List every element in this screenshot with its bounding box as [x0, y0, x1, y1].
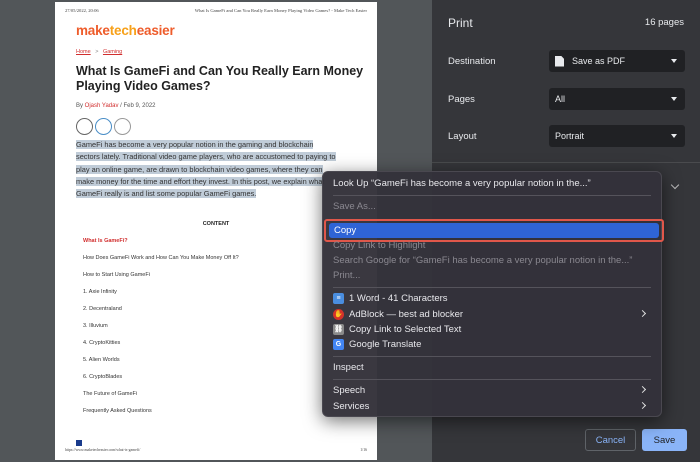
share-circle-1[interactable]	[76, 118, 93, 135]
menu-separator	[333, 356, 651, 357]
share-buttons	[76, 118, 131, 135]
print-page-title: What Is GameFi and Can You Really Earn M…	[194, 8, 367, 13]
selected-intro-text[interactable]: GameFi has become a very popular notion …	[76, 139, 361, 200]
toc-item[interactable]: 3. Illuvium	[83, 322, 239, 339]
document-icon	[555, 55, 564, 67]
author-link[interactable]: Ojash Yadav	[85, 103, 119, 109]
submenu-arrow-icon	[638, 309, 647, 318]
word-count-icon: ≡	[333, 292, 344, 304]
panel-divider	[432, 162, 700, 163]
menu-item-copy-link-highlight[interactable]: Copy Link to Highlight	[333, 237, 651, 253]
page-header: 27/05/2022, 20:06 What Is GameFi and Can…	[65, 8, 367, 13]
menu-item-speech[interactable]: Speech	[333, 382, 651, 398]
menu-item-adblock[interactable]: ✋ AdBlock — best ad blocker	[333, 306, 651, 322]
toc-item[interactable]: How to Start Using GameFi	[83, 271, 239, 288]
pages-label: Pages	[448, 94, 475, 105]
submenu-arrow-icon	[638, 401, 647, 410]
menu-item-inspect[interactable]: Inspect	[333, 359, 651, 375]
print-timestamp: 27/05/2022, 20:06	[65, 8, 99, 13]
toc-item[interactable]: 4. CryptoKitties	[83, 339, 239, 356]
menu-item-services[interactable]: Services	[333, 398, 651, 414]
link-icon: ⛓	[333, 323, 344, 335]
caret-down-icon	[671, 97, 677, 101]
menu-item-search-google[interactable]: Search Google for “GameFi has become a v…	[333, 252, 651, 268]
pages-select[interactable]: All	[549, 88, 685, 110]
menu-item-copy-link-selected[interactable]: ⛓ Copy Link to Selected Text	[333, 321, 651, 337]
menu-item-copy[interactable]: Copy	[329, 223, 659, 238]
byline: By Ojash Yadav / Feb 9, 2022	[76, 103, 156, 109]
article-title: What Is GameFi and Can You Really Earn M…	[76, 64, 364, 93]
table-of-contents: What Is GameFi? How Does GameFi Work and…	[83, 237, 239, 424]
toc-item[interactable]: 1. Axie Infinity	[83, 288, 239, 305]
breadcrumb-gaming[interactable]: Gaming	[103, 49, 122, 55]
save-button[interactable]: Save	[642, 429, 687, 451]
layout-label: Layout	[448, 131, 477, 142]
translate-icon: G	[333, 338, 344, 350]
menu-item-word-count[interactable]: ≡ 1 Word - 41 Characters	[333, 290, 651, 306]
footer-page-number: 1/16	[360, 448, 367, 452]
breadcrumb: Home > Gaming	[76, 49, 123, 55]
menu-separator	[333, 195, 651, 196]
toc-item[interactable]: 2. Decentraland	[83, 305, 239, 322]
cancel-button[interactable]: Cancel	[585, 429, 636, 451]
panel-title: Print	[448, 16, 473, 30]
share-circle-2[interactable]	[95, 118, 112, 135]
toc-item[interactable]: How Does GameFi Work and How Can You Mak…	[83, 254, 239, 271]
toc-item[interactable]: 5. Alien Worlds	[83, 356, 239, 373]
menu-item-print[interactable]: Print...	[333, 267, 651, 283]
menu-item-look-up[interactable]: Look Up “GameFi has become a very popula…	[333, 175, 651, 191]
site-logo: maketecheasier	[76, 23, 175, 38]
destination-select[interactable]: Save as PDF	[549, 50, 685, 72]
toc-item[interactable]: 6. CryptoBlades	[83, 373, 239, 390]
page-count: 16 pages	[644, 17, 684, 28]
page-footer: https://www.maketecheasier.com/what-is-g…	[65, 448, 367, 452]
caret-down-icon	[671, 134, 677, 138]
caret-down-icon	[671, 59, 677, 63]
menu-separator	[333, 287, 651, 288]
context-menu: Look Up “GameFi has become a very popula…	[322, 171, 664, 417]
toc-item[interactable]: The Future of GameFi	[83, 390, 239, 407]
destination-label: Destination	[448, 56, 496, 67]
menu-item-save-as[interactable]: Save As...	[333, 198, 651, 214]
submenu-arrow-icon	[638, 385, 647, 394]
footer-logo-icon	[76, 440, 82, 446]
toc-item[interactable]: Frequently Asked Questions	[83, 407, 239, 424]
breadcrumb-home[interactable]: Home	[76, 49, 91, 55]
menu-separator	[333, 379, 651, 380]
layout-select[interactable]: Portrait	[549, 125, 685, 147]
menu-item-google-translate[interactable]: G Google Translate	[333, 336, 651, 352]
toc-item[interactable]: What Is GameFi?	[83, 237, 239, 254]
footer-url: https://www.maketecheasier.com/what-is-g…	[65, 448, 141, 452]
adblock-icon: ✋	[333, 308, 344, 320]
share-circle-3[interactable]	[114, 118, 131, 135]
more-settings-chevron-icon[interactable]	[670, 180, 680, 190]
